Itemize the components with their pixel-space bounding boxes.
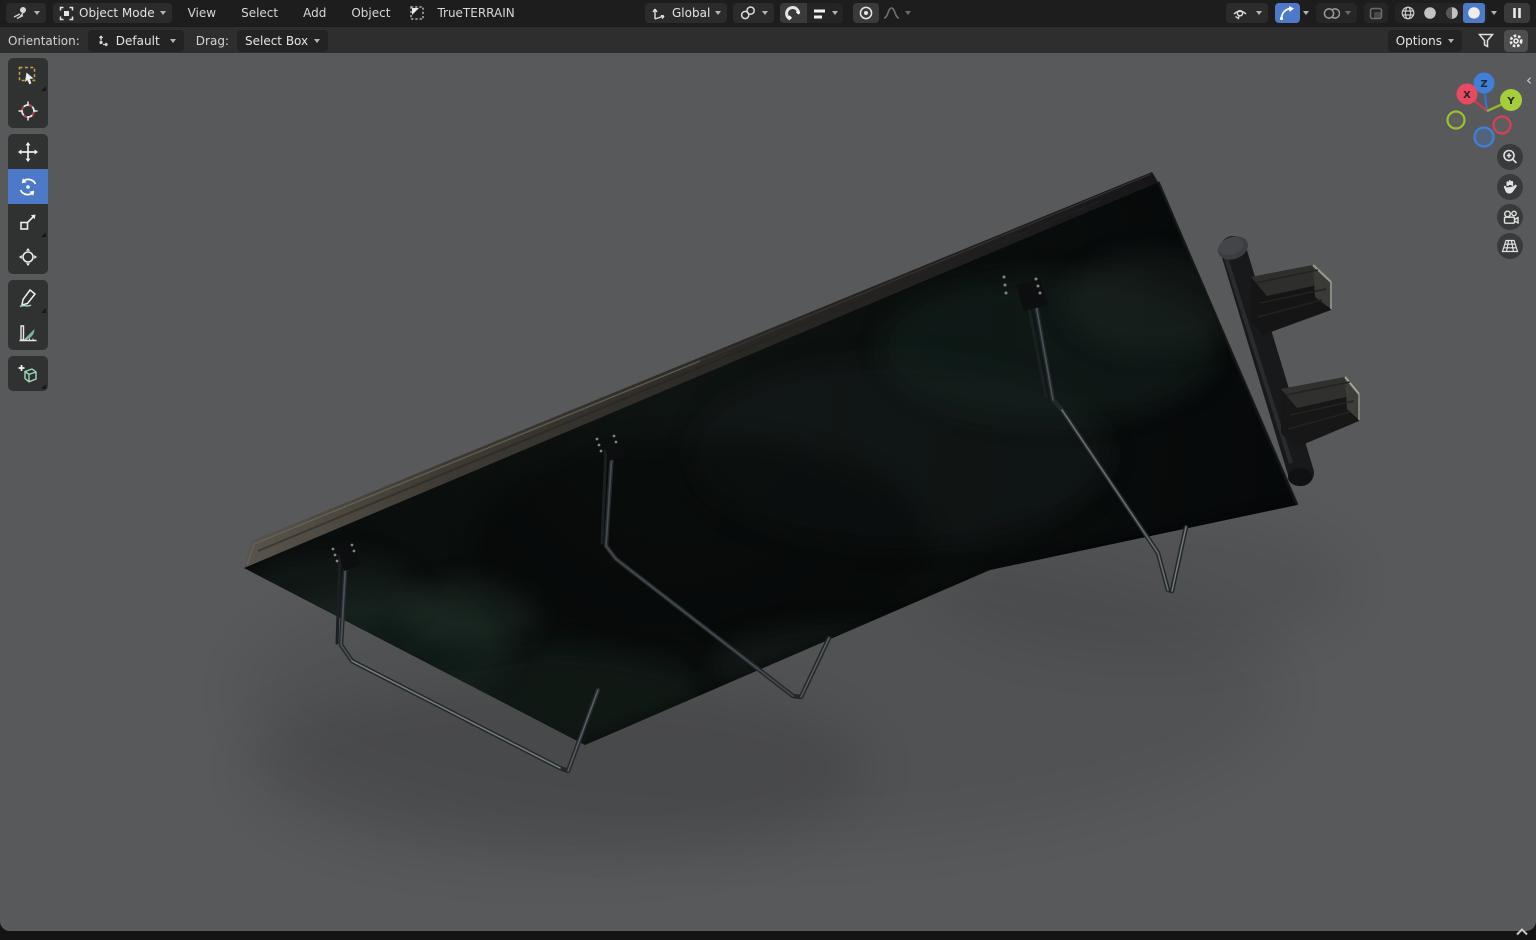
pivot-point-icon <box>739 5 757 21</box>
overlays-icon <box>1322 6 1340 21</box>
shading-solid-button[interactable] <box>1419 3 1441 23</box>
xray-toggle[interactable] <box>1364 3 1388 23</box>
pan-button[interactable] <box>1497 174 1523 200</box>
snap-toggle[interactable] <box>780 3 808 23</box>
gizmo-axis-neg-y[interactable] <box>1446 110 1466 130</box>
show-object-types-dropdown[interactable] <box>1226 3 1268 23</box>
orientation-value: Default <box>115 33 160 48</box>
tool-scale[interactable] <box>8 204 48 239</box>
proportional-editing-icon <box>858 5 874 21</box>
chevron-down-icon <box>715 11 722 15</box>
pivot-point-dropdown[interactable] <box>733 3 775 23</box>
editor-type-button[interactable] <box>6 3 46 23</box>
shading-rendered-button[interactable] <box>1463 3 1485 23</box>
chevron-down-icon <box>832 11 839 15</box>
eye-icon <box>1232 6 1251 21</box>
menu-view[interactable]: View <box>179 0 225 26</box>
magnet-icon <box>785 5 802 22</box>
tool-move[interactable] <box>8 134 48 169</box>
editor-settings-button[interactable] <box>1504 29 1528 52</box>
mode-label: Object Mode <box>79 6 155 20</box>
sidebar-collapse-arrow[interactable]: ‹ <box>1523 71 1535 89</box>
snap-increment-icon <box>812 7 827 20</box>
tool-transform[interactable] <box>8 239 48 274</box>
falloff-curve-icon <box>883 6 900 20</box>
perspective-toggle-button[interactable] <box>1497 233 1523 259</box>
tool-add-cube[interactable] <box>8 356 48 391</box>
statusbar-expand-caret[interactable] <box>1514 921 1530 940</box>
transform-orientation-dropdown[interactable]: Global <box>645 3 728 23</box>
svg-text:Y: Y <box>1506 96 1515 107</box>
chevron-down-icon <box>905 11 912 15</box>
gizmos-toggle[interactable] <box>1275 3 1300 23</box>
chevron-down-icon <box>314 38 321 43</box>
orientation-dropdown[interactable]: Default <box>87 29 184 52</box>
gear-icon <box>1508 33 1524 49</box>
transform-pivot-icon <box>96 34 110 48</box>
scene-render <box>0 53 1536 931</box>
editor-type-icon <box>12 5 29 21</box>
tool-rotate[interactable] <box>8 169 48 204</box>
window-bottom-strip <box>0 931 1536 939</box>
gizmo-axis-neg-x[interactable] <box>1492 115 1512 135</box>
tool-cursor[interactable] <box>8 93 48 128</box>
pause-button[interactable] <box>1504 3 1530 23</box>
drag-value: Select Box <box>244 33 309 48</box>
snap-settings-dropdown[interactable] <box>807 3 844 23</box>
orientation-value: Global <box>672 6 711 20</box>
shading-material-button[interactable] <box>1441 3 1463 23</box>
proportional-editing-toggle[interactable] <box>853 3 880 23</box>
svg-text:Z: Z <box>1480 79 1487 90</box>
menu-trueterrain[interactable]: TrueTERRAIN <box>433 0 523 26</box>
tool-annotate[interactable] <box>8 280 48 315</box>
trueterrain-icon <box>408 4 426 22</box>
chevron-down-icon <box>34 11 40 15</box>
svg-text:X: X <box>1463 90 1471 101</box>
chevron-down-icon <box>169 38 176 43</box>
navigation-gizmo[interactable]: Z X Y <box>1441 61 1533 153</box>
zoom-button[interactable] <box>1497 144 1523 170</box>
object-mode-icon <box>59 6 74 21</box>
drag-label: Drag: <box>195 33 229 48</box>
drag-dropdown[interactable]: Select Box <box>236 29 329 52</box>
options-dropdown[interactable]: Options <box>1387 29 1462 52</box>
3d-viewport[interactable]: Z X Y ‹ <box>0 53 1536 931</box>
options-label: Options <box>1395 33 1442 48</box>
menu-select[interactable]: Select <box>232 0 287 26</box>
chevron-down-icon[interactable] <box>1491 11 1497 15</box>
orientation-global-icon <box>651 6 667 21</box>
chevron-down-icon[interactable] <box>1303 11 1309 15</box>
overlays-toggle[interactable] <box>1316 3 1357 23</box>
tool-select-box[interactable] <box>8 58 48 93</box>
mode-selector[interactable]: Object Mode <box>53 3 172 23</box>
filter-icon[interactable] <box>1477 32 1495 49</box>
gizmo-arc-icon <box>1279 5 1296 21</box>
chevron-down-icon <box>1256 11 1262 15</box>
chevron-down-icon <box>159 11 166 15</box>
viewport-area: Z X Y ‹ <box>0 53 1536 939</box>
topbar: Object Mode View Select Add Object TrueT… <box>0 0 1536 26</box>
tool-settings-header: Orientation: Default Drag: Select Box Op… <box>0 26 1536 53</box>
pause-icon <box>1512 7 1522 19</box>
chevron-down-icon <box>1448 38 1454 43</box>
chevron-down-icon <box>762 11 769 15</box>
camera-view-button[interactable] <box>1497 204 1523 230</box>
tool-measure[interactable] <box>8 315 48 350</box>
shading-mode-group <box>1395 3 1487 23</box>
gizmo-axis-neg-z[interactable] <box>1473 126 1495 148</box>
chevron-down-icon <box>1345 11 1351 15</box>
toolbar <box>8 58 48 391</box>
proportional-falloff-dropdown[interactable] <box>879 3 915 23</box>
menu-add[interactable]: Add <box>294 0 335 26</box>
orientation-label: Orientation: <box>8 33 80 48</box>
xray-icon <box>1368 6 1384 21</box>
shading-wireframe-button[interactable] <box>1397 3 1419 23</box>
menu-object[interactable]: Object <box>342 0 399 26</box>
